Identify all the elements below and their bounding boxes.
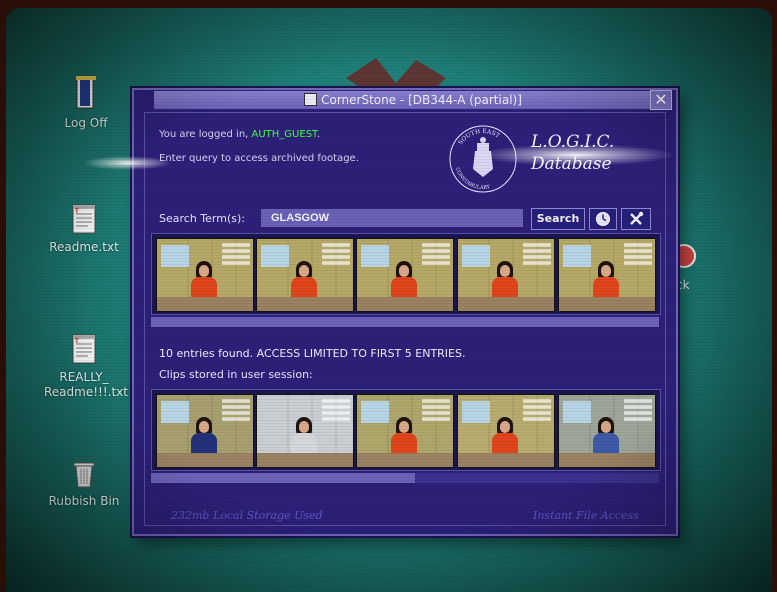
- desktop-icon-log-off[interactable]: Log Off: [46, 76, 126, 131]
- close-button[interactable]: ✕: [650, 90, 672, 110]
- app-icon: [304, 93, 318, 106]
- query-instruction: Enter query to access archived footage.: [159, 153, 359, 164]
- storage-bar-fill: [151, 473, 416, 483]
- window-titlebar[interactable]: CornerStone - [DB344-A (partial)]: [154, 91, 672, 109]
- desktop-icon-label: Readme!!!.txt: [44, 385, 128, 399]
- logo-line-2: Database: [531, 154, 612, 174]
- video-thumbnail[interactable]: [558, 394, 656, 468]
- video-thumbnail[interactable]: [156, 238, 254, 312]
- video-thumbnail[interactable]: [356, 394, 454, 468]
- search-results-strip: [151, 233, 661, 315]
- desktop-icon-label-clock: ck: [676, 278, 690, 292]
- instant-file-access-link[interactable]: Instant File Access: [533, 509, 639, 522]
- login-username: AUTH_GUEST: [251, 129, 317, 140]
- cornerstone-window: CornerStone - [DB344-A (partial)] ✕ You …: [132, 88, 678, 536]
- results-scrollbar-fill: [151, 317, 659, 327]
- desktop-icon-really-readme[interactable]: T REALLY_ Readme!!!.txt: [44, 334, 128, 400]
- search-button[interactable]: Search: [531, 208, 585, 230]
- text-file-icon: T: [72, 204, 96, 234]
- desktop-icon-rubbish-bin[interactable]: Rubbish Bin: [44, 460, 124, 509]
- desktop-icon-readme[interactable]: T Readme.txt: [44, 204, 124, 255]
- svg-text:T: T: [74, 338, 79, 345]
- entries-found-text: 10 entries found. ACCESS LIMITED TO FIRS…: [159, 347, 466, 360]
- desktop-icon-label: Log Off: [64, 116, 108, 130]
- results-scrollbar[interactable]: [151, 317, 659, 327]
- desktop-icon-label: REALLY_: [59, 370, 109, 384]
- video-thumbnail[interactable]: [457, 394, 555, 468]
- window-title: CornerStone - [DB344-A (partial)]: [321, 93, 522, 107]
- storage-used-text: 232mb Local Storage Used: [171, 509, 323, 522]
- storage-bar: [151, 473, 659, 483]
- login-status: You are logged in, AUTH_GUEST.: [159, 129, 320, 140]
- login-suffix: .: [316, 129, 321, 140]
- window-content: You are logged in, AUTH_GUEST. Enter que…: [144, 112, 666, 526]
- exit-door-icon: [76, 76, 96, 109]
- video-thumbnail[interactable]: [256, 394, 354, 468]
- clock-icon: [596, 212, 610, 226]
- video-thumbnail[interactable]: [356, 238, 454, 312]
- tools-icon: [630, 211, 644, 225]
- crt-screen: Log Off T Readme.txt T REALLY_ Readme!!!…: [6, 8, 772, 592]
- history-button[interactable]: [589, 208, 617, 230]
- desktop-icon-label: Rubbish Bin: [48, 494, 120, 508]
- video-thumbnail[interactable]: [457, 238, 555, 312]
- stored-clips-strip: [151, 389, 661, 471]
- search-label: Search Term(s):: [159, 212, 245, 225]
- logo-line-1: L.O.G.I.C.: [531, 132, 615, 152]
- video-thumbnail[interactable]: [256, 238, 354, 312]
- video-thumbnail[interactable]: [156, 394, 254, 468]
- login-prefix: You are logged in,: [159, 129, 252, 140]
- clips-label: Clips stored in user session:: [159, 368, 313, 381]
- trash-icon: [73, 462, 95, 488]
- settings-button[interactable]: [621, 208, 651, 230]
- desktop-icon-label: Readme.txt: [49, 240, 119, 254]
- constabulary-seal-icon: SOUTH EAST CONSTABULARY: [449, 125, 517, 193]
- search-input[interactable]: [261, 209, 523, 227]
- video-thumbnail[interactable]: [558, 238, 656, 312]
- text-file-icon: T: [72, 334, 96, 364]
- logic-logo: L.O.G.I.C. Database: [531, 131, 614, 175]
- svg-text:T: T: [74, 208, 79, 215]
